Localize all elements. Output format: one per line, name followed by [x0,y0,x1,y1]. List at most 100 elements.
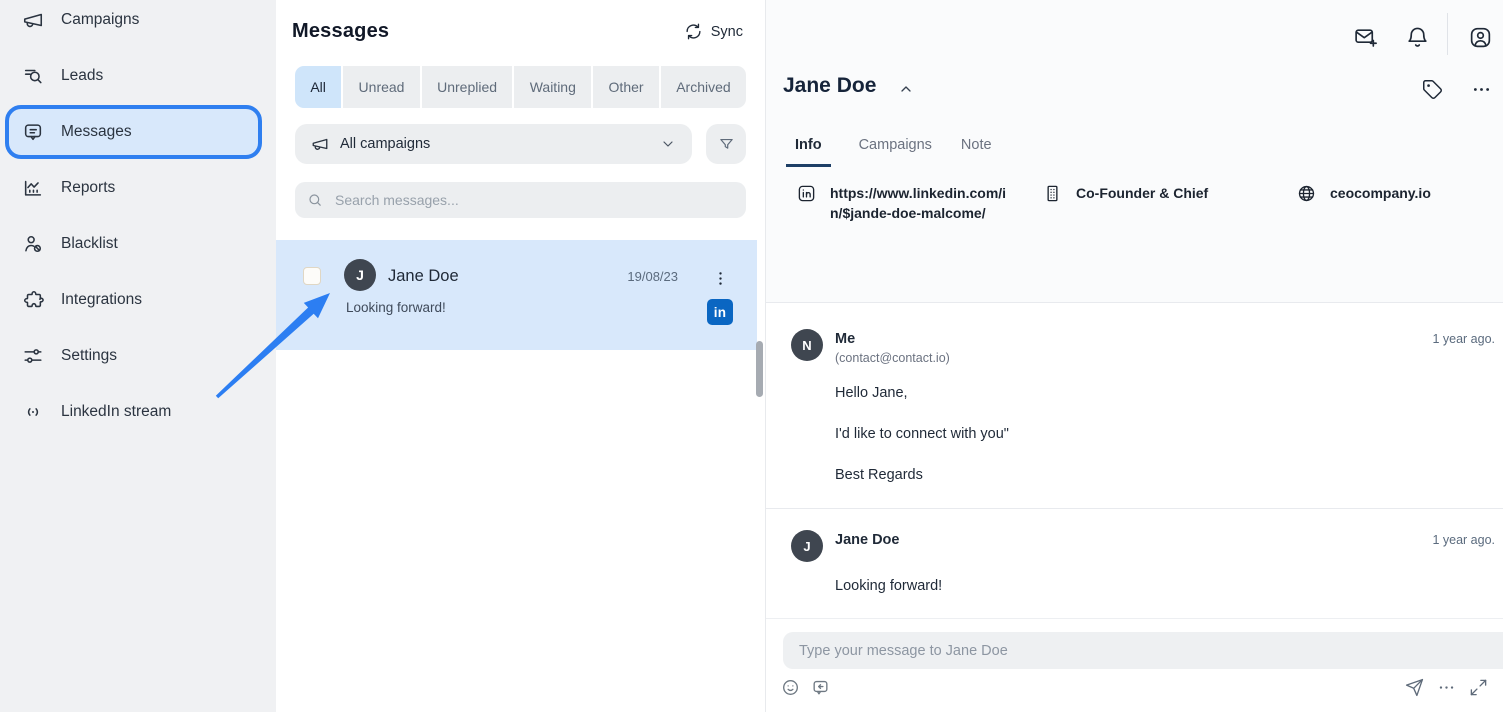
message-body: Hello Jane, I'd like to connect with you… [835,385,1495,483]
more-icon[interactable] [1437,678,1456,697]
expand-icon[interactable] [1469,678,1488,697]
conversation-name: Jane Doe [388,267,459,286]
sidebar-item-label: LinkedIn stream [61,403,171,421]
tab-campaigns[interactable]: Campaigns [858,137,933,167]
composer-tools-right [1405,678,1488,697]
search-bar [295,182,746,218]
sidebar-item-messages[interactable]: Messages [5,105,262,159]
new-message-icon[interactable] [1352,24,1379,51]
search-input[interactable] [333,191,734,209]
message-sender: Me (contact@contact.io) [835,329,950,365]
filter-tab-archived[interactable]: Archived [661,66,746,108]
chart-icon [22,177,44,199]
sync-button[interactable]: Sync [685,23,743,40]
info-website: ceocompany.io [1297,183,1487,223]
conversation-checkbox[interactable] [303,267,321,285]
contact-actions [1422,79,1492,100]
contact-linkedin-url[interactable]: https://www.linkedin.com/in/$jande-doe-m… [830,183,1008,223]
refresh-icon [685,23,702,40]
filter-button[interactable] [706,124,746,164]
campaign-select-value: All campaigns [340,136,430,152]
topbar-actions [1352,20,1494,55]
contact-tabs: Info Campaigns Note [786,137,993,167]
page-title: Messages [292,20,389,43]
kebab-menu-icon[interactable] [710,264,730,292]
contact-info-grid: https://www.linkedin.com/in/$jande-doe-m… [797,183,1487,223]
sidebar-item-linkedin-stream[interactable]: LinkedIn stream [0,384,276,440]
chevron-down-icon [660,136,676,152]
message-body: Looking forward! [835,578,1495,594]
message-paragraph: Best Regards [835,467,1495,483]
globe-icon [1297,184,1316,203]
topbar-divider [1447,13,1448,55]
tab-info[interactable]: Info [786,137,831,167]
composer-toolbar [781,678,1488,697]
message-timestamp: 1 year ago. [1432,530,1495,547]
campaign-select[interactable]: All campaigns [295,124,692,164]
sidebar-item-campaigns[interactable]: Campaigns [0,0,276,48]
contact-name: Jane Doe [783,74,876,98]
message-paragraph: Looking forward! [835,578,1495,594]
sidebar-item-label: Campaigns [61,11,139,29]
sliders-icon [22,345,44,367]
account-icon[interactable] [1467,24,1494,51]
puzzle-icon [22,289,44,311]
scrollbar-thumb[interactable] [756,341,763,397]
emoji-icon[interactable] [781,678,800,697]
search-icon [307,192,323,208]
linkedin-badge-icon[interactable]: in [707,299,733,325]
contact-website[interactable]: ceocompany.io [1330,183,1431,203]
message-thread: N Me (contact@contact.io) 1 year ago. He… [766,303,1503,618]
avatar: N [791,329,823,361]
sidebar-item-leads[interactable]: Leads [0,48,276,104]
tab-note[interactable]: Note [960,137,993,167]
quick-reply-icon[interactable] [811,678,830,697]
sidebar-item-label: Leads [61,67,103,85]
sidebar-item-label: Reports [61,179,115,197]
tag-icon[interactable] [1422,79,1443,100]
message-timestamp: 1 year ago. [1432,329,1495,346]
message-paragraph: Hello Jane, [835,385,1495,401]
sync-label: Sync [711,24,743,40]
app-window: Campaigns Leads Messages Reports [0,0,1503,712]
chevron-up-icon[interactable] [898,78,914,94]
linkedin-square-icon [797,184,816,203]
contact-job-title: Co-Founder & Chief [1076,183,1208,203]
contact-header: Jane Doe [783,74,914,98]
notifications-bell-icon[interactable] [1404,24,1431,51]
chat-bubble-icon [22,121,44,143]
chat-panel-top: Jane Doe Info Campaigns Note [766,0,1503,303]
filter-tab-other[interactable]: Other [593,66,659,108]
message-paragraph: I'd like to connect with you" [835,426,1495,442]
sidebar-item-label: Integrations [61,291,142,309]
user-block-icon [22,233,44,255]
filter-tab-unread[interactable]: Unread [343,66,420,108]
thread-message-me: N Me (contact@contact.io) 1 year ago. He… [766,303,1503,483]
building-icon [1043,184,1062,203]
avatar: J [344,259,376,291]
more-options-icon[interactable] [1471,79,1492,100]
sidebar-item-blacklist[interactable]: Blacklist [0,216,276,272]
chat-panel: Jane Doe Info Campaigns Note [766,0,1503,712]
sidebar-item-reports[interactable]: Reports [0,160,276,216]
filter-tab-unreplied[interactable]: Unreplied [422,66,513,108]
megaphone-icon [22,9,44,31]
message-header: J Jane Doe 1 year ago. [791,530,1495,562]
messages-header: Messages Sync [276,0,765,43]
filter-tab-all[interactable]: All [295,66,341,108]
sidebar-item-label: Blacklist [61,235,118,253]
thread-message-contact: J Jane Doe 1 year ago. Looking forward! [766,509,1503,594]
sidebar-nav: Campaigns Leads Messages Reports [0,0,276,440]
list-search-icon [22,65,44,87]
message-header: N Me (contact@contact.io) 1 year ago. [791,329,1495,365]
conversation-list-item[interactable]: J Jane Doe 19/08/23 Looking forward! in [276,240,757,350]
sidebar-item-settings[interactable]: Settings [0,328,276,384]
send-icon[interactable] [1405,678,1424,697]
filter-tab-waiting[interactable]: Waiting [514,66,591,108]
message-input[interactable] [783,632,1503,669]
sidebar-item-integrations[interactable]: Integrations [0,272,276,328]
composer [766,618,1503,712]
info-linkedin: https://www.linkedin.com/in/$jande-doe-m… [797,183,1043,223]
conversation-preview: Looking forward! [346,300,446,315]
info-job-title: Co-Founder & Chief [1043,183,1297,223]
